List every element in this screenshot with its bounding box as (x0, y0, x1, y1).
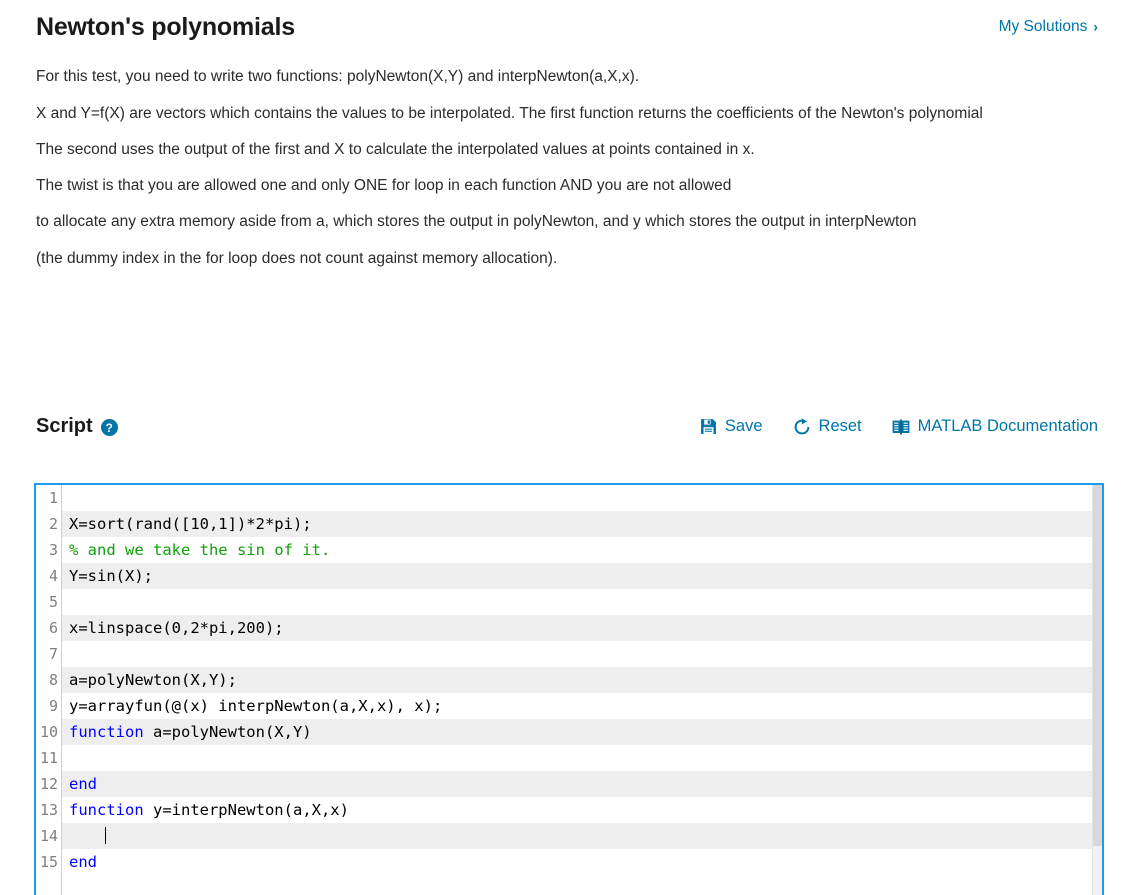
code-line[interactable]: a=polyNewton(X,Y); (62, 667, 1102, 693)
line-number: 5 (36, 589, 61, 615)
code-token-plain: a=polyNewton(X,Y); (69, 671, 237, 689)
text-cursor (105, 827, 106, 844)
line-number: 14 (36, 823, 61, 849)
page-title: Newton's polynomials (36, 12, 295, 43)
page-header: Newton's polynomials My Solutions › (36, 0, 1098, 43)
description-paragraph: X and Y=f(X) are vectors which contains … (36, 102, 1098, 125)
reset-button-label: Reset (819, 417, 862, 436)
line-number: 13 (36, 797, 61, 823)
code-token-plain: y=interpNewton(a,X,x) (144, 801, 349, 819)
code-token-plain: Y=sin(X); (69, 567, 153, 585)
help-circle-icon[interactable]: ? (101, 419, 118, 436)
line-number: 12 (36, 771, 61, 797)
code-line[interactable]: X=sort(rand([10,1])*2*pi); (62, 511, 1102, 537)
code-line[interactable]: Y=sin(X); (62, 563, 1102, 589)
reset-button[interactable]: Reset (793, 417, 862, 436)
save-button-label: Save (725, 417, 763, 436)
line-number: 7 (36, 641, 61, 667)
script-section-title: Script ? (36, 415, 118, 438)
my-solutions-link[interactable]: My Solutions › (999, 12, 1098, 36)
code-token-keyword: function (69, 723, 144, 741)
line-number: 8 (36, 667, 61, 693)
code-token-keyword: end (69, 853, 97, 871)
matlab-documentation-button[interactable]: MATLAB Documentation (892, 417, 1098, 436)
my-solutions-label: My Solutions (999, 18, 1088, 36)
line-number: 1 (36, 485, 61, 511)
description-paragraph: The second uses the output of the first … (36, 138, 1098, 161)
code-line[interactable]: function a=polyNewton(X,Y) (62, 719, 1102, 745)
code-line[interactable]: x=linspace(0,2*pi,200); (62, 615, 1102, 641)
code-line[interactable]: end (62, 849, 1102, 875)
code-token-plain (69, 827, 106, 845)
line-number: 15 (36, 849, 61, 875)
line-number: 10 (36, 719, 61, 745)
code-token-keyword: function (69, 801, 144, 819)
save-button[interactable]: Save (700, 417, 763, 436)
code-token-plain: X=sort(rand([10,1])*2*pi); (69, 515, 312, 533)
exercise-page: Newton's polynomials My Solutions › For … (0, 0, 1134, 895)
description-paragraph: to allocate any extra memory aside from … (36, 210, 1098, 233)
code-line[interactable]: end (62, 771, 1102, 797)
code-line[interactable] (62, 589, 1102, 615)
line-number: 11 (36, 745, 61, 771)
description-paragraph: (the dummy index in the for loop does no… (36, 247, 1098, 270)
code-editor[interactable]: 123456789101112131415 X=sort(rand([10,1]… (34, 483, 1104, 895)
floppy-disk-icon (700, 418, 717, 435)
code-line[interactable]: function y=interpNewton(a,X,x) (62, 797, 1102, 823)
description-paragraph: For this test, you need to write two fun… (36, 65, 1098, 88)
line-number: 6 (36, 615, 61, 641)
code-content-area[interactable]: X=sort(rand([10,1])*2*pi); % and we take … (62, 485, 1102, 895)
line-number: 4 (36, 563, 61, 589)
code-token-plain: a=polyNewton(X,Y) (144, 723, 312, 741)
editor-scrollbar[interactable] (1092, 485, 1102, 895)
exercise-description: For this test, you need to write two fun… (36, 65, 1098, 270)
code-token-plain: y=arrayfun(@(x) interpNewton(a,X,x), x); (69, 697, 442, 715)
line-number-gutter: 123456789101112131415 (36, 485, 62, 895)
circular-arrow-icon (793, 418, 811, 436)
line-number: 3 (36, 537, 61, 563)
line-number: 2 (36, 511, 61, 537)
code-line[interactable] (62, 745, 1102, 771)
chevron-right-icon: › (1093, 20, 1098, 34)
open-book-icon (892, 419, 910, 435)
script-label-text: Script (36, 415, 93, 438)
script-toolbar-row: Script ? Save (36, 415, 1098, 438)
line-number: 9 (36, 693, 61, 719)
description-paragraph: The twist is that you are allowed one an… (36, 174, 1098, 197)
code-token-keyword: end (69, 775, 97, 793)
code-token-comment: % and we take the sin of it. (69, 541, 330, 559)
code-line[interactable]: % and we take the sin of it. (62, 537, 1102, 563)
code-line[interactable] (62, 823, 1102, 849)
code-token-plain: x=linspace(0,2*pi,200); (69, 619, 284, 637)
editor-toolbar: Save Reset (700, 417, 1098, 436)
code-line[interactable]: y=arrayfun(@(x) interpNewton(a,X,x), x); (62, 693, 1102, 719)
editor-scrollbar-thumb[interactable] (1093, 485, 1102, 846)
code-line[interactable] (62, 641, 1102, 667)
code-line[interactable] (62, 485, 1102, 511)
matlab-documentation-label: MATLAB Documentation (918, 417, 1098, 436)
